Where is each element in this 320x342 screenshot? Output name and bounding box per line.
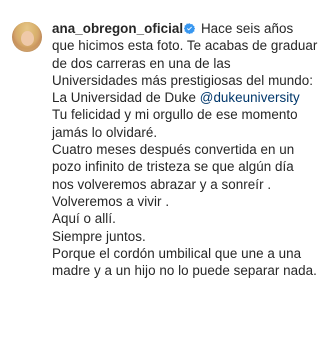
caption-first-paragraph: ana_obregon_oficial Hace seis años que h… [52, 20, 318, 141]
caption-paragraph: Cuatro meses después convertida en un po… [52, 142, 295, 192]
caption-paragraph: Aquí o allí. [52, 211, 116, 227]
caption-after-mention: Tu felicidad y mi orgullo de ese momento… [52, 107, 298, 140]
caption-paragraph: Siempre juntos. [52, 228, 146, 244]
mention-link[interactable]: @dukeuniversity [200, 90, 300, 105]
avatar[interactable] [12, 22, 42, 52]
instagram-caption: ana_obregon_oficial Hace seis años que h… [0, 0, 320, 342]
caption-text: ana_obregon_oficial Hace seis años que h… [52, 20, 318, 279]
verified-badge-icon [184, 23, 196, 34]
caption-paragraph: Porque el cordón umbilical que une a una… [52, 245, 317, 279]
caption-paragraph: Volveremos a vivir . [52, 193, 170, 209]
avatar-face [21, 31, 34, 46]
username-link[interactable]: ana_obregon_oficial [52, 21, 183, 36]
